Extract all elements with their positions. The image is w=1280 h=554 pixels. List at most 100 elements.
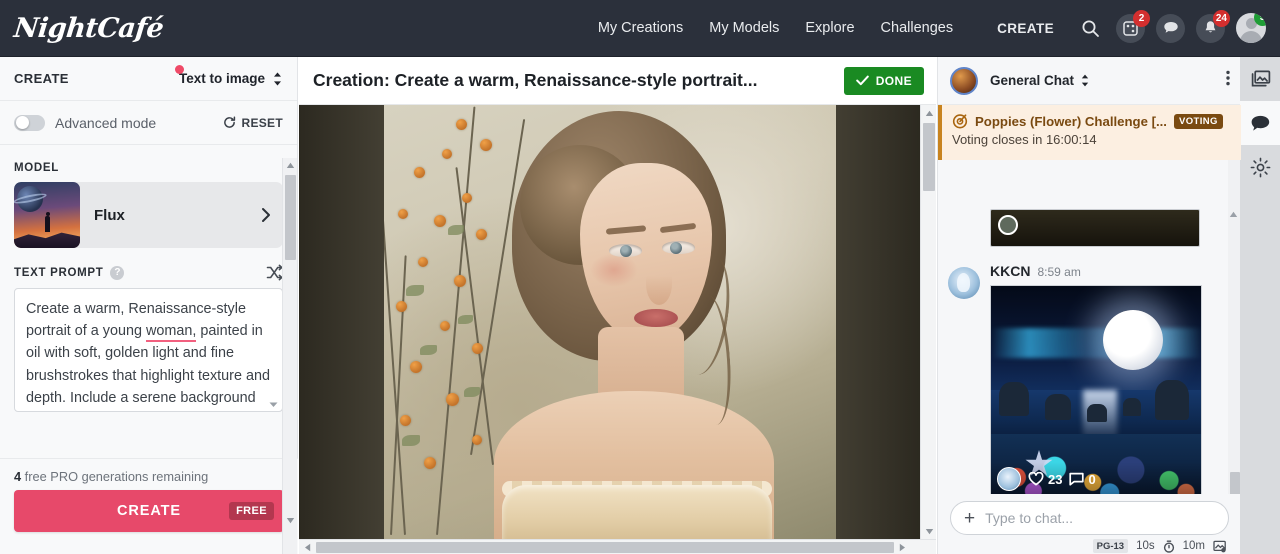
shuffle-icon[interactable] <box>266 264 283 281</box>
chat-room-name: General Chat <box>990 73 1075 88</box>
artwork-cheek <box>590 253 638 287</box>
image-hscroll-thumb[interactable] <box>316 541 894 553</box>
image-scroll-right-icon[interactable] <box>894 540 910 554</box>
artwork-iris-right <box>670 242 682 254</box>
timer-icon <box>1163 540 1174 553</box>
letterbox-left <box>299 105 384 539</box>
advanced-mode-label: Advanced mode <box>55 114 157 131</box>
chevron-right-icon <box>262 208 270 222</box>
nav-icon-group: 2 24 5 <box>1076 9 1266 43</box>
previous-message-avatar <box>998 215 1018 235</box>
voting-badge: VOTING <box>1173 113 1223 129</box>
free-generations-text: free PRO generations remaining <box>21 469 209 484</box>
refresh-interval: 10s <box>1136 540 1155 552</box>
free-generations-note: 4 free PRO generations remaining <box>0 459 298 490</box>
banner-title: Poppies (Flower) Challenge [... <box>975 113 1167 129</box>
chat-header: General Chat <box>938 57 1240 105</box>
prompt-header: TEXT PROMPT ? <box>0 248 297 288</box>
nav-my-models[interactable]: My Models <box>709 20 779 36</box>
chat-message-list[interactable]: KKCN 8:59 am 23 0 <box>938 105 1241 494</box>
image-scroll-down-icon[interactable] <box>921 523 936 539</box>
advanced-mode-toggle[interactable] <box>14 114 45 131</box>
prompt-text: Create a warm, Renaissance-style portrai… <box>26 298 271 411</box>
nav-explore[interactable]: Explore <box>805 20 854 36</box>
generated-artwork[interactable] <box>384 105 836 539</box>
create-button[interactable]: CREATE FREE <box>14 490 284 532</box>
dice-icon[interactable]: 2 <box>1116 9 1150 43</box>
bell-icon[interactable]: 24 <box>1196 9 1230 43</box>
help-icon[interactable]: ? <box>110 265 125 280</box>
content-rating-badge[interactable]: PG-13 <box>1092 539 1129 553</box>
like-count: 23 <box>1048 471 1063 487</box>
chat-panel: General Chat KKCN 8:59 am 23 0 Poppies (… <box>937 57 1241 554</box>
previous-message-image[interactable] <box>990 209 1200 247</box>
heart-icon <box>1028 472 1044 486</box>
nav-links: My Creations My Models Explore Challenge… <box>598 20 1054 36</box>
message-image[interactable]: 23 0 <box>990 285 1202 494</box>
scroll-up-arrow-icon[interactable] <box>283 158 298 173</box>
left-panel-header: CREATE Text to image <box>0 57 297 101</box>
image-settings-icon[interactable] <box>1213 540 1227 553</box>
create-free-badge: FREE <box>229 502 274 520</box>
message-author-avatar[interactable] <box>948 267 980 299</box>
mode-selector[interactable]: Text to image <box>174 64 283 87</box>
chat-room-chevron-updown-icon[interactable] <box>1080 73 1090 88</box>
image-scroll-left-icon[interactable] <box>299 540 315 554</box>
banner-subtitle: Voting closes in 16:00:14 <box>952 132 1097 147</box>
messages-icon[interactable] <box>1156 13 1185 43</box>
message-author-name[interactable]: KKCN <box>990 263 1030 279</box>
like-stat[interactable]: 23 <box>1028 472 1062 487</box>
nav-create-button[interactable]: CREATE <box>997 21 1054 36</box>
scrollbar-thumb[interactable] <box>285 175 296 260</box>
chat-input-placeholder: Type to chat... <box>985 510 1074 526</box>
rail-gallery-icon[interactable] <box>1240 57 1280 101</box>
mode-new-dot-icon <box>174 64 184 74</box>
image-moon <box>1103 310 1163 370</box>
overlay-avatar[interactable] <box>997 467 1021 491</box>
rail-chat-icon[interactable] <box>1240 101 1280 145</box>
search-icon[interactable] <box>1076 14 1105 43</box>
advanced-mode-row: Advanced mode RESET <box>0 101 297 145</box>
creation-center-panel: Creation: Create a warm, Renaissance-sty… <box>299 57 936 554</box>
reset-button[interactable]: RESET <box>223 116 283 130</box>
creation-header: Creation: Create a warm, Renaissance-sty… <box>299 57 936 105</box>
text-prompt-input[interactable]: Create a warm, Renaissance-style portrai… <box>14 288 283 412</box>
challenge-banner[interactable]: Poppies (Flower) Challenge [... VOTING V… <box>938 105 1241 160</box>
app-logo[interactable]: NightCafé <box>12 13 164 44</box>
image-aurora <box>991 328 1201 358</box>
chat-more-options-icon[interactable] <box>1226 70 1230 91</box>
letterbox-right <box>833 105 920 539</box>
chat-scroll-up-icon[interactable] <box>1229 205 1238 223</box>
left-panel-scrollbar[interactable] <box>282 158 297 554</box>
right-rail <box>1240 57 1280 554</box>
image-vertical-scrollbar[interactable] <box>920 105 936 539</box>
chat-input[interactable]: + Type to chat... <box>950 501 1229 535</box>
bell-badge: 24 <box>1212 9 1230 27</box>
nightcafe-app: NightCafé My Creations My Models Explore… <box>0 0 1280 554</box>
session-duration: 10m <box>1182 540 1205 552</box>
nav-my-creations[interactable]: My Creations <box>598 20 683 36</box>
nav-challenges[interactable]: Challenges <box>881 20 954 36</box>
image-vscroll-thumb[interactable] <box>923 123 935 191</box>
image-scroll-up-icon[interactable] <box>921 105 936 121</box>
chevron-updown-icon <box>274 72 281 85</box>
artwork-iris-left <box>620 245 632 257</box>
toggle-knob <box>15 116 29 129</box>
comment-icon <box>1069 472 1085 486</box>
add-attachment-icon[interactable]: + <box>964 509 975 528</box>
image-horizontal-scrollbar[interactable] <box>299 539 936 554</box>
comment-stat[interactable]: 0 <box>1069 472 1096 487</box>
rail-settings-gear-icon[interactable] <box>1240 145 1280 189</box>
target-icon <box>952 114 968 129</box>
chat-scrollbar-thumb[interactable] <box>1229 472 1240 494</box>
message-image-overlay: 23 0 <box>991 462 1201 494</box>
create-panel-title: CREATE <box>14 71 69 86</box>
model-thumbnail <box>14 182 80 248</box>
model-card-flux[interactable]: Flux <box>14 182 283 248</box>
prompt-scroll-down-icon[interactable] <box>268 399 279 410</box>
scroll-down-arrow-icon[interactable] <box>283 513 298 528</box>
done-button[interactable]: DONE <box>843 66 924 95</box>
user-avatar[interactable]: 5 <box>1236 13 1266 43</box>
creation-image-stage[interactable] <box>299 105 936 539</box>
thumb-figure <box>45 212 50 232</box>
